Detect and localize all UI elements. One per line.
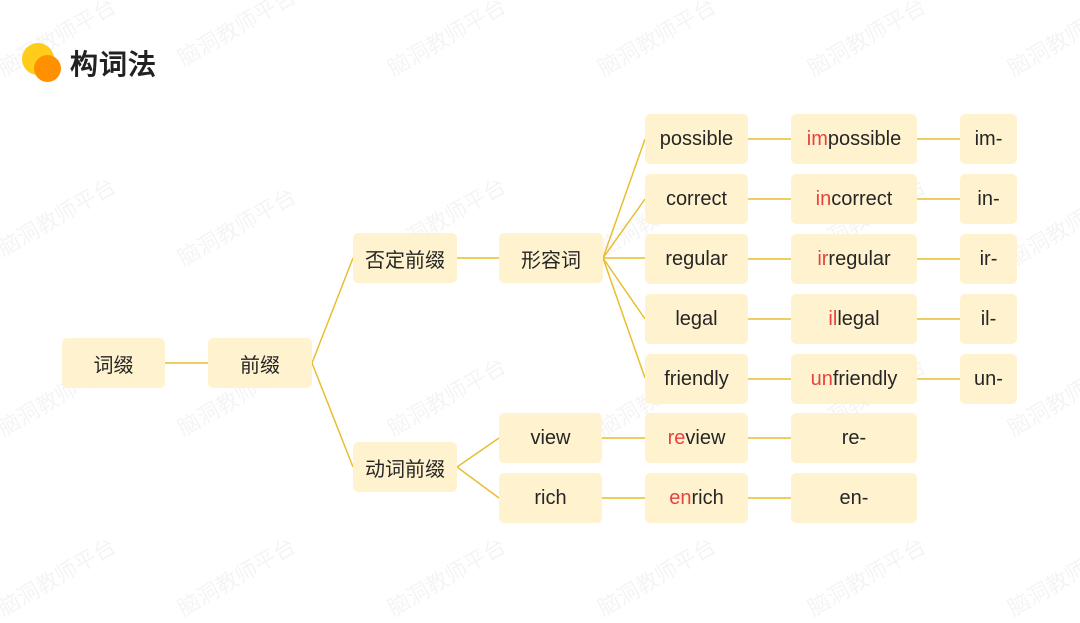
word-stem: legal: [837, 307, 880, 330]
highlighted-prefix: re: [667, 426, 686, 449]
edge-adj-friendly: [602, 257, 646, 379]
node-base-word: possible: [645, 114, 748, 164]
node-base-word: regular: [645, 234, 748, 284]
node-adjective: 形容词: [499, 233, 603, 283]
word-stem: friendly: [832, 367, 898, 390]
node-prefix-label: in-: [960, 174, 1017, 224]
node-base-word: friendly: [645, 354, 748, 404]
node-prefix: 前缀: [208, 338, 312, 388]
node-derived-word: re view: [645, 413, 748, 463]
node-prefix-label: re-: [791, 413, 917, 463]
edge-verb-view: [456, 437, 500, 468]
word-stem: view: [685, 426, 726, 449]
node-prefix-label: im-: [960, 114, 1017, 164]
node-derived-word: il legal: [791, 294, 917, 344]
edge-verb-rich: [456, 466, 500, 499]
node-derived-word: ir regular: [791, 234, 917, 284]
node-root-affix: 词缀: [62, 338, 165, 388]
node-derived-word: im possible: [791, 114, 917, 164]
node-verb-prefix: 动词前缀: [353, 442, 457, 492]
highlighted-prefix: il: [828, 307, 838, 330]
node-prefix-label: ir-: [960, 234, 1017, 284]
node-negative-prefix: 否定前缀: [353, 233, 457, 283]
edge-prefix-negative: [311, 257, 354, 364]
node-derived-word: in correct: [791, 174, 917, 224]
node-base-word: rich: [499, 473, 602, 523]
node-base-word: correct: [645, 174, 748, 224]
node-derived-word: un friendly: [791, 354, 917, 404]
node-prefix-label: en-: [791, 473, 917, 523]
highlighted-prefix: un: [810, 367, 833, 390]
highlighted-prefix: en: [669, 486, 692, 509]
highlighted-prefix: in: [815, 187, 832, 210]
node-base-word: legal: [645, 294, 748, 344]
highlighted-prefix: im: [806, 127, 828, 150]
node-derived-word: en rich: [645, 473, 748, 523]
word-stem: regular: [828, 247, 891, 270]
word-stem: rich: [691, 486, 724, 509]
node-prefix-label: il-: [960, 294, 1017, 344]
highlighted-prefix: ir: [817, 247, 829, 270]
edge-prefix-verb: [311, 362, 354, 468]
edge-adj-correct: [602, 198, 646, 259]
node-base-word: view: [499, 413, 602, 463]
edge-adj-legal: [602, 257, 646, 320]
word-stem: correct: [831, 187, 893, 210]
word-stem: possible: [827, 127, 902, 150]
edge-adj-possible: [602, 138, 646, 259]
node-prefix-label: un-: [960, 354, 1017, 404]
